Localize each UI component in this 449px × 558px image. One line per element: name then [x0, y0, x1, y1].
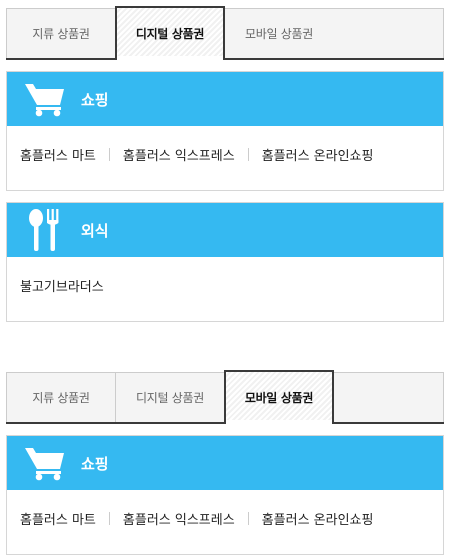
category-card-shopping: 쇼핑 홈플러스 마트 홈플러스 익스프레스 홈플러스 온라인쇼핑 [6, 71, 444, 191]
store-link-homeplus-mart[interactable]: 홈플러스 마트 [20, 509, 96, 528]
tab-digital-voucher[interactable]: 디지털 상품권 [115, 6, 225, 60]
divider [247, 147, 249, 161]
store-list: 홈플러스 마트 홈플러스 익스프레스 홈플러스 온라인쇼핑 [7, 126, 443, 182]
tab-digital-voucher[interactable]: 디지털 상품권 [115, 372, 225, 422]
divider [247, 511, 249, 525]
divider [108, 147, 110, 161]
category-header: 외식 [7, 203, 443, 257]
store-link-homeplus-online[interactable]: 홈플러스 온라인쇼핑 [262, 509, 374, 528]
store-link-homeplus-online[interactable]: 홈플러스 온라인쇼핑 [262, 145, 374, 164]
category-title: 외식 [81, 221, 109, 240]
voucher-tabs: 지류 상품권 디지털 상품권 모바일 상품권 [6, 6, 444, 60]
fork-spoon-icon [23, 209, 67, 251]
category-card-shopping: 쇼핑 홈플러스 마트 홈플러스 익스프레스 홈플러스 온라인쇼핑 [6, 435, 444, 555]
shopping-cart-icon [23, 79, 67, 119]
tab-paper-voucher[interactable]: 지류 상품권 [6, 372, 116, 422]
tab-bar-filler [333, 8, 444, 58]
store-link-homeplus-mart[interactable]: 홈플러스 마트 [20, 145, 96, 164]
category-title: 쇼핑 [81, 90, 109, 109]
voucher-tabs: 지류 상품권 디지털 상품권 모바일 상품권 [6, 370, 444, 424]
category-header: 쇼핑 [7, 72, 443, 126]
store-list: 불고기브라더스 [7, 257, 443, 313]
store-link-homeplus-express[interactable]: 홈플러스 익스프레스 [123, 509, 235, 528]
category-card-dining: 외식 불고기브라더스 [6, 202, 444, 322]
tab-mobile-voucher[interactable]: 모바일 상품권 [224, 8, 334, 58]
store-list: 홈플러스 마트 홈플러스 익스프레스 홈플러스 온라인쇼핑 [7, 490, 443, 546]
category-header: 쇼핑 [7, 436, 443, 490]
tab-bar-filler [333, 372, 444, 422]
tab-mobile-voucher[interactable]: 모바일 상품권 [224, 370, 334, 424]
category-title: 쇼핑 [81, 454, 109, 473]
shopping-cart-icon [23, 443, 67, 483]
store-link-bulgogi-brothers[interactable]: 불고기브라더스 [20, 276, 104, 295]
tab-paper-voucher[interactable]: 지류 상품권 [6, 8, 116, 58]
divider [108, 511, 110, 525]
store-link-homeplus-express[interactable]: 홈플러스 익스프레스 [123, 145, 235, 164]
